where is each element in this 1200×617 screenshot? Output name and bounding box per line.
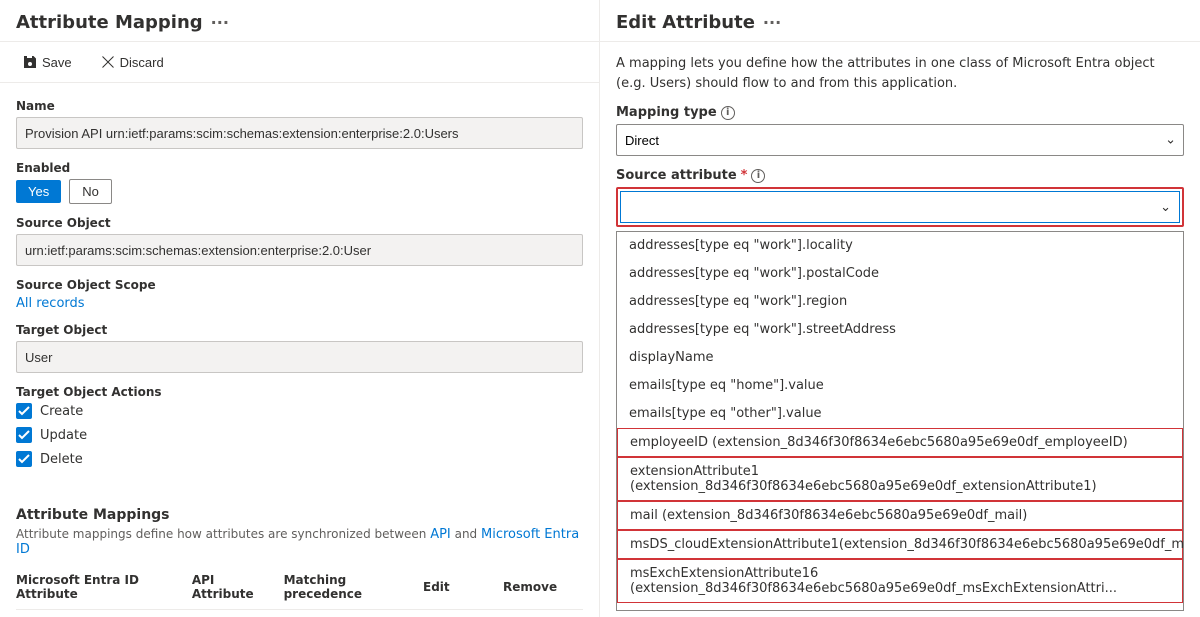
dropdown-item[interactable]: emails[type eq "home"].value xyxy=(617,372,1183,400)
checkmark-icon xyxy=(18,405,30,417)
left-ellipsis-icon[interactable]: ··· xyxy=(211,13,229,32)
api-attr-header: API Attribute xyxy=(192,569,284,610)
left-panel: Attribute Mapping ··· Save Discard Name … xyxy=(0,0,600,617)
entra-attr-header: Microsoft Entra ID Attribute xyxy=(16,569,192,610)
delete-checkbox[interactable] xyxy=(16,451,32,467)
mapping-type-label: Mapping type i xyxy=(616,105,1184,120)
delete-label: Delete xyxy=(40,452,83,467)
right-form: Mapping type i Direct ⌄ Source attribute… xyxy=(600,105,1200,611)
remove-cell: Delete xyxy=(503,610,583,617)
mapping-type-select[interactable]: Direct xyxy=(616,124,1184,156)
dropdown-item[interactable]: employeeID (extension_8d346f30f8634e6ebc… xyxy=(617,428,1183,457)
right-title: Edit Attribute ··· xyxy=(616,12,1184,33)
right-header: Edit Attribute ··· xyxy=(600,0,1200,42)
source-object-scope-label: Source Object Scope xyxy=(16,278,583,292)
api-attr-cell: externalId xyxy=(192,610,284,617)
entra-attr-cell: employeeId xyxy=(16,610,192,617)
matching-cell: 1 xyxy=(284,610,423,617)
edit-header: Edit xyxy=(423,569,503,610)
source-attr-chevron-icon[interactable]: ⌄ xyxy=(1160,200,1171,215)
checkbox-group: Create Update Delete xyxy=(16,403,583,467)
dropdown-item[interactable]: mail (extension_8d346f30f8634e6ebc5680a9… xyxy=(617,501,1183,530)
save-button[interactable]: Save xyxy=(16,50,78,74)
discard-button[interactable]: Discard xyxy=(94,50,170,74)
target-object-label: Target Object xyxy=(16,323,583,337)
update-checkbox-item: Update xyxy=(16,427,583,443)
mappings-table: Microsoft Entra ID Attribute API Attribu… xyxy=(16,569,583,617)
attr-mappings-title: Attribute Mappings xyxy=(16,507,583,523)
create-label: Create xyxy=(40,404,83,419)
mapping-type-wrapper: Direct ⌄ xyxy=(616,124,1184,156)
delete-checkbox-item: Delete xyxy=(16,451,583,467)
dropdown-item[interactable]: msDS_cloudExtensionAttribute1(extension_… xyxy=(617,530,1183,559)
name-input[interactable] xyxy=(16,117,583,149)
right-description: A mapping lets you define how the attrib… xyxy=(600,42,1200,105)
right-panel: Edit Attribute ··· A mapping lets you de… xyxy=(600,0,1200,617)
update-label: Update xyxy=(40,428,87,443)
create-checkbox[interactable] xyxy=(16,403,32,419)
no-toggle[interactable]: No xyxy=(69,179,112,204)
source-attr-container: ⌄ xyxy=(616,187,1184,227)
target-actions-label: Target Object Actions xyxy=(16,385,583,399)
dropdown-item[interactable]: addresses[type eq "work"].streetAddress xyxy=(617,316,1183,344)
enabled-label: Enabled xyxy=(16,161,583,175)
close-icon xyxy=(100,54,116,70)
source-attr-text: Source attribute xyxy=(616,168,737,183)
dropdown-item[interactable]: displayName xyxy=(617,344,1183,372)
source-attr-info-icon[interactable]: i xyxy=(751,169,765,183)
dropdown-item[interactable]: ims[type eq "icq"].value xyxy=(617,603,1183,611)
panel-header: Attribute Mapping ··· xyxy=(0,0,599,42)
attribute-mapping-title: Attribute Mapping xyxy=(16,12,203,33)
source-attr-label-container: Source attribute * i xyxy=(616,168,1184,183)
target-object-input xyxy=(16,341,583,373)
edit-attr-title: Edit Attribute xyxy=(616,12,755,33)
api-link[interactable]: API xyxy=(430,527,451,542)
source-object-input xyxy=(16,234,583,266)
dropdown-item[interactable]: msExchExtensionAttribute16 (extension_8d… xyxy=(617,559,1183,603)
create-checkbox-item: Create xyxy=(16,403,583,419)
source-object-label: Source Object xyxy=(16,216,583,230)
dropdown-item[interactable]: emails[type eq "other"].value xyxy=(617,400,1183,428)
source-attr-input-wrapper: ⌄ xyxy=(620,191,1180,223)
required-indicator: * xyxy=(741,168,748,183)
matching-header: Matching precedence xyxy=(284,569,423,610)
save-icon xyxy=(22,54,38,70)
dropdown-item[interactable]: extensionAttribute1 (extension_8d346f30f… xyxy=(617,457,1183,501)
right-ellipsis-icon[interactable]: ··· xyxy=(763,13,781,32)
dropdown-item[interactable]: addresses[type eq "work"].locality xyxy=(617,232,1183,260)
mapping-type-info-icon[interactable]: i xyxy=(721,106,735,120)
toggle-group: Yes No xyxy=(16,179,583,204)
dropdown-item[interactable]: addresses[type eq "work"].region xyxy=(617,288,1183,316)
checkmark-icon xyxy=(18,453,30,465)
entra-link[interactable]: Microsoft Entra ID xyxy=(16,527,579,557)
attr-mappings-desc: Attribute mappings define how attributes… xyxy=(16,527,583,557)
remove-header: Remove xyxy=(503,569,583,610)
yes-toggle[interactable]: Yes xyxy=(16,180,61,203)
dropdown-item[interactable]: addresses[type eq "work"].postalCode xyxy=(617,260,1183,288)
name-label: Name xyxy=(16,99,583,113)
table-row: employeeId externalId 1 Edit Delete xyxy=(16,610,583,617)
attr-mappings-section: Attribute Mappings Attribute mappings de… xyxy=(0,495,599,617)
edit-cell: Edit xyxy=(423,610,503,617)
toolbar: Save Discard xyxy=(0,42,599,83)
checkmark-icon xyxy=(18,429,30,441)
all-records-link[interactable]: All records xyxy=(16,296,85,311)
panel-title: Attribute Mapping ··· xyxy=(16,12,583,33)
source-attr-input[interactable] xyxy=(621,192,1179,222)
form-section: Name Enabled Yes No Source Object Source… xyxy=(0,83,599,479)
update-checkbox[interactable] xyxy=(16,427,32,443)
dropdown-list: addresses[type eq "work"].localityaddres… xyxy=(616,231,1184,611)
